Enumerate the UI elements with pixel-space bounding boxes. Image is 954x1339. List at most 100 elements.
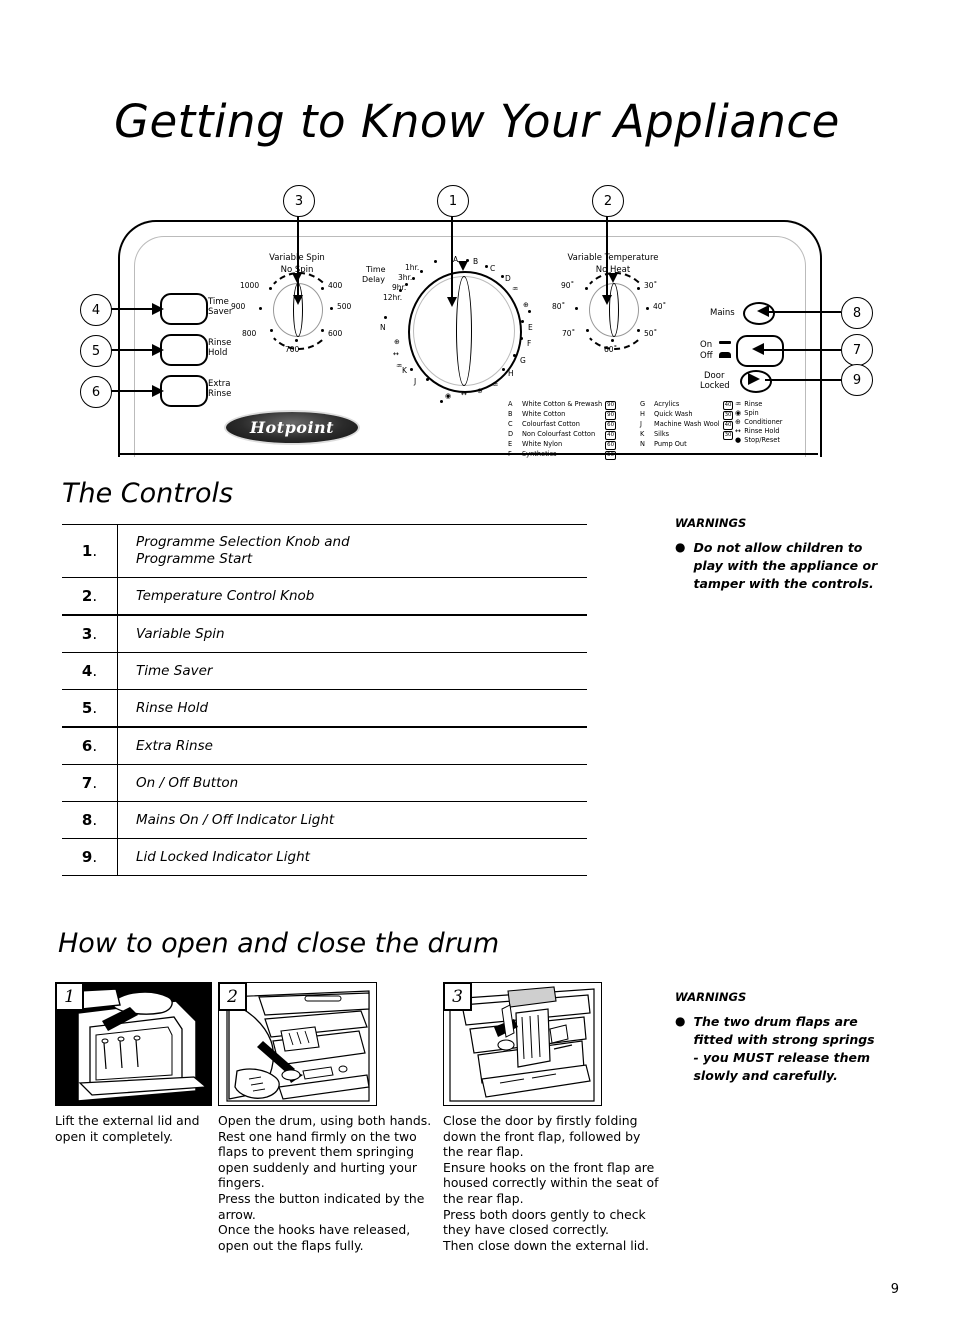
leader-line-2 bbox=[606, 215, 608, 301]
programme-knob-indicator-arrow bbox=[458, 261, 468, 271]
controls-section-heading: The Controls bbox=[62, 478, 234, 509]
legend-row: F Synthetics 50 bbox=[508, 450, 619, 460]
legend-key: N bbox=[640, 440, 645, 448]
programme-knob-pointer bbox=[456, 276, 472, 386]
figure-number-2: 2 bbox=[218, 982, 247, 1011]
hotpoint-logo-text: Hotpoint bbox=[249, 418, 335, 437]
leader-line-5 bbox=[110, 349, 158, 351]
legend-symbol-row: ↔ Rinse Hold bbox=[735, 427, 786, 436]
row-number: 6. bbox=[62, 726, 118, 765]
warnings-heading: WARNINGS bbox=[675, 516, 747, 530]
legend-row: C Colourfast Cotton 60 bbox=[508, 420, 619, 430]
time-saver-button[interactable] bbox=[160, 293, 208, 325]
callout-3: 3 bbox=[283, 185, 315, 217]
leader-arrow-2 bbox=[602, 295, 612, 305]
spin-knob-indicator-arrow bbox=[292, 273, 302, 283]
legend-name: Silks bbox=[654, 430, 670, 438]
legend-symbol-name: Stop/Reset bbox=[744, 436, 780, 445]
drum-warnings: WARNINGS ● The two drum flaps are fitted… bbox=[675, 990, 880, 1085]
stop-reset-icon: ● bbox=[735, 436, 742, 445]
figure-caption-3: Close the door by firstly folding down t… bbox=[443, 1113, 659, 1253]
rinse-hold-icon: ↔ bbox=[735, 427, 741, 436]
callout-9: 9 bbox=[841, 364, 873, 396]
row-label: On / Off Button bbox=[117, 764, 587, 802]
extra-rinse-label-line1: Extra bbox=[208, 379, 231, 389]
legend-name: Acrylics bbox=[654, 400, 680, 408]
dial-letter-K: K bbox=[402, 366, 407, 375]
legend-temp-badge: 90 bbox=[605, 411, 617, 420]
rinse-hold-button[interactable] bbox=[160, 334, 208, 366]
temp-label-70: 70˚ bbox=[562, 329, 576, 338]
legend-key: E bbox=[508, 440, 513, 448]
page-number: 9 bbox=[890, 1282, 899, 1297]
time-delay-label-line2: Delay bbox=[362, 275, 385, 284]
time-delay-12hr: 12hr. bbox=[383, 293, 403, 302]
panel-base-line bbox=[118, 453, 818, 455]
drum-section-heading: How to open and close the drum bbox=[58, 928, 500, 959]
time-saver-label-line1: Time bbox=[208, 297, 229, 307]
legend-row: J Machine Wash Wool 40 bbox=[640, 420, 736, 430]
legend-row: H Quick Wash 30 bbox=[640, 410, 736, 420]
door-label-line2: Locked bbox=[700, 381, 730, 391]
temp-label-30: 30˚ bbox=[644, 281, 658, 290]
off-label: Off bbox=[700, 351, 713, 361]
legend-key: G bbox=[640, 400, 646, 408]
legend-symbol-name: Rinse Hold bbox=[744, 427, 780, 436]
legend-name: Synthetics bbox=[522, 450, 557, 458]
extra-rinse-button[interactable] bbox=[160, 375, 208, 407]
warning-text: The two drum flaps are fitted with stron… bbox=[693, 1014, 875, 1083]
table-row: 8. Mains On / Off Indicator Light bbox=[62, 801, 587, 839]
table-row: 6. Extra Rinse bbox=[62, 726, 587, 765]
on-symbol-icon bbox=[719, 341, 731, 344]
legend-key: F bbox=[508, 450, 512, 458]
legend-temp-badge: 30 bbox=[722, 431, 734, 440]
dial-letter-E: E bbox=[528, 323, 533, 332]
variable-temperature-knob[interactable]: Variable Temperature No Heat 90˚ 80˚ 70˚… bbox=[548, 253, 678, 368]
callout-5: 5 bbox=[80, 335, 112, 367]
hotpoint-logo: Hotpoint bbox=[226, 412, 358, 443]
legend-key: A bbox=[508, 400, 513, 408]
legend-key: C bbox=[508, 420, 513, 428]
time-delay-label-line1: Time bbox=[366, 265, 386, 274]
legend-row: D Non Colourfast Cotton 40 bbox=[508, 430, 619, 440]
row-number: 5. bbox=[62, 689, 118, 728]
callout-8: 8 bbox=[841, 297, 873, 329]
leader-line-9 bbox=[765, 379, 841, 381]
conditioner-icon: ⊕ bbox=[735, 418, 741, 427]
legend-row: B White Cotton 90 bbox=[508, 410, 619, 420]
spin-label-900: 900 bbox=[231, 302, 246, 311]
row-label: Time Saver bbox=[117, 652, 587, 690]
legend-temp-badge: 40 bbox=[722, 421, 734, 430]
spin-label-800: 800 bbox=[242, 329, 257, 338]
leader-arrow-8 bbox=[757, 305, 769, 317]
figure-number-1: 1 bbox=[55, 982, 84, 1011]
table-row: 2. Temperature Control Knob bbox=[62, 577, 587, 616]
controls-warnings: WARNINGS ● Do not allow children to play… bbox=[675, 516, 880, 593]
manual-page: Getting to Know Your Appliance 3 1 2 Var… bbox=[0, 0, 954, 1339]
dial-letter-F: F bbox=[527, 339, 532, 348]
legend-temp-badge: 90 bbox=[605, 401, 617, 410]
legend-symbol-row: ● Stop/Reset bbox=[735, 436, 786, 445]
table-row: 9. Lid Locked Indicator Light bbox=[62, 838, 587, 876]
programme-legend-symbols: ♒ Rinse ◉ Spin ⊕ Conditioner ↔ Rinse Hol… bbox=[735, 400, 786, 445]
row-label: Lid Locked Indicator Light bbox=[117, 838, 587, 876]
row-label: Variable Spin bbox=[117, 614, 587, 653]
leader-arrow-5 bbox=[152, 344, 164, 356]
rinse-hold-label-line2: Hold bbox=[208, 348, 228, 358]
callout-2: 2 bbox=[592, 185, 624, 217]
warnings-heading: WARNINGS bbox=[675, 990, 747, 1004]
legend-name: Machine Wash Wool bbox=[654, 420, 720, 428]
leader-arrow-6 bbox=[152, 385, 164, 397]
legend-key: B bbox=[508, 410, 513, 418]
figure-caption-1: Lift the external lid and open it comple… bbox=[55, 1113, 200, 1144]
legend-key: K bbox=[640, 430, 645, 438]
legend-temp-badge: 50 bbox=[605, 451, 617, 460]
row-label: Extra Rinse bbox=[117, 726, 587, 765]
off-symbol-icon bbox=[719, 352, 731, 358]
legend-name: White Cotton & Prewash bbox=[522, 400, 603, 408]
programme-selection-knob[interactable]: Time Delay 1hr. 3hr. 9hr. 12hr. A B C D … bbox=[360, 253, 550, 413]
dial-letter-B: B bbox=[473, 257, 479, 266]
table-row: 1. Programme Selection Knob and Programm… bbox=[62, 524, 587, 578]
legend-key: J bbox=[640, 420, 642, 428]
dial-letter-H: H bbox=[508, 369, 514, 378]
